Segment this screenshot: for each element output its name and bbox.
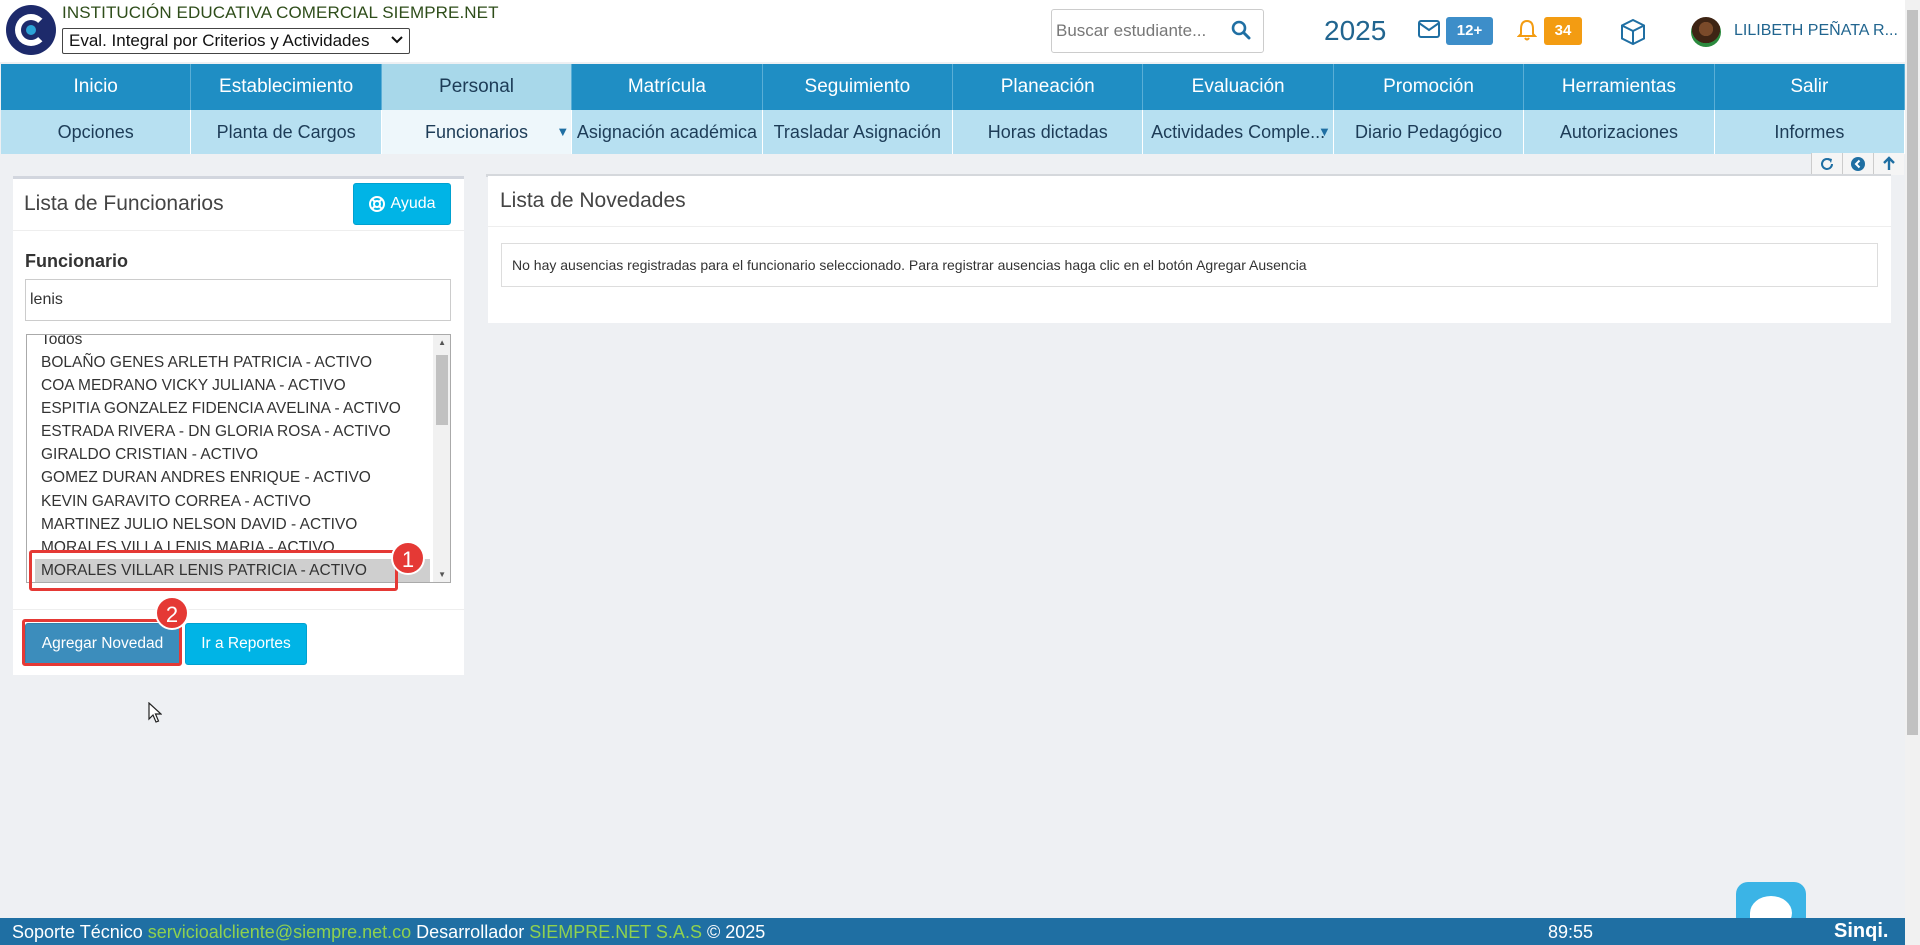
student-search[interactable] <box>1051 9 1264 53</box>
developer-link[interactable]: SIEMPRE.NET S.A.S <box>529 922 702 942</box>
search-icon[interactable] <box>1231 20 1251 40</box>
novedades-panel: Lista de Novedades No hay ausencias regi… <box>488 176 1891 323</box>
list-item[interactable]: BOLAÑO GENES ARLETH PATRICIA - ACTIVO <box>41 351 372 374</box>
nav-inicio[interactable]: Inicio <box>1 64 192 110</box>
list-item[interactable]: ESPITIA GONZALEZ FIDENCIA AVELINA - ACTI… <box>41 397 401 420</box>
nav-evaluacion[interactable]: Evaluación <box>1143 64 1334 110</box>
scrollbar-thumb[interactable] <box>436 355 448 425</box>
list-item[interactable]: KEVIN GARAVITO CORREA - ACTIVO <box>41 490 311 513</box>
evaluation-select[interactable]: Eval. Integral por Criterios y Actividad… <box>62 28 410 54</box>
lifebuoy-icon <box>369 196 386 212</box>
list-item[interactable]: GIRALDO CRISTIAN - ACTIVO <box>41 443 258 466</box>
list-item[interactable]: ESTRADA RIVERA - DN GLORIA ROSA - ACTIVO <box>41 420 391 443</box>
subnav-funcionarios[interactable]: Funcionarios ▼ <box>381 110 573 154</box>
subnav-opciones[interactable]: Opciones <box>1 110 192 154</box>
scrollbar-thumb[interactable] <box>1907 10 1918 735</box>
back-circle-icon[interactable] <box>1842 153 1873 175</box>
user-avatar[interactable] <box>1691 17 1721 47</box>
evaluation-select-value: Eval. Integral por Criterios y Actividad… <box>69 31 370 50</box>
list-item[interactable]: GOMEZ DURAN ANDRES ENRIQUE - ACTIVO <box>41 466 371 489</box>
subnav-diario-pedagogico[interactable]: Diario Pedagógico <box>1333 110 1525 154</box>
subnav-actividades-complementarias[interactable]: Actividades Comple... ▼ <box>1143 110 1334 154</box>
highlight-add-button <box>22 619 182 666</box>
footer: Soporte Técnico servicioalcliente@siempr… <box>0 918 1905 945</box>
subnav-autorizaciones[interactable]: Autorizaciones <box>1524 110 1715 154</box>
nav-seguimiento[interactable]: Seguimiento <box>762 64 954 110</box>
subnav-horas-dictadas[interactable]: Horas dictadas <box>953 110 1144 154</box>
nav-planeacion[interactable]: Planeación <box>953 64 1144 110</box>
funcionarios-panel: Lista de Funcionarios Ayuda Funcionario … <box>13 176 464 675</box>
support-email-link[interactable]: servicioalcliente@siempre.net.co <box>148 922 411 942</box>
caret-down-icon: ▼ <box>556 124 570 139</box>
subnav-planta-de-cargos[interactable]: Planta de Cargos <box>191 110 382 154</box>
subnav-informes[interactable]: Informes <box>1714 110 1906 154</box>
panel-title: Lista de Novedades <box>500 189 686 212</box>
copyright: © 2025 <box>706 922 766 942</box>
highlight-selected-employee <box>29 550 398 591</box>
arrow-up-icon[interactable] <box>1873 153 1904 175</box>
scroll-down-icon[interactable]: ▼ <box>438 570 446 579</box>
bell-icon[interactable] <box>1517 19 1537 41</box>
nav-personal[interactable]: Personal <box>381 64 573 110</box>
session-timer: 89:55 <box>1548 922 1594 942</box>
divider <box>13 230 464 231</box>
envelope-icon[interactable] <box>1418 20 1440 38</box>
sub-navigation: Opciones Planta de Cargos Funcionarios ▼ … <box>1 110 1906 154</box>
mouse-cursor-icon <box>148 702 162 723</box>
page-scrollbar[interactable] <box>1905 0 1920 945</box>
nav-herramientas[interactable]: Herramientas <box>1524 64 1715 110</box>
school-name: INSTITUCIÓN EDUCATIVA COMERCIAL SIEMPRE.… <box>62 3 499 22</box>
empty-state-message: No hay ausencias registradas para el fun… <box>501 243 1878 287</box>
divider <box>13 609 464 610</box>
list-item[interactable]: Todos <box>41 335 82 351</box>
step-1-badge: 1 <box>391 541 425 575</box>
funcionario-filter-input[interactable] <box>25 279 451 321</box>
panel-title: Lista de Funcionarios <box>24 192 224 215</box>
caret-down-icon: ▼ <box>1317 124 1331 139</box>
mail-count-badge[interactable]: 12+ <box>1446 17 1493 45</box>
scroll-up-icon[interactable]: ▲ <box>438 338 446 347</box>
nav-salir[interactable]: Salir <box>1714 64 1906 110</box>
nav-establecimiento[interactable]: Establecimiento <box>191 64 382 110</box>
developer-label: Desarrollador <box>416 922 525 942</box>
funcionarios-listbox[interactable]: Todos BOLAÑO GENES ARLETH PATRICIA - ACT… <box>26 334 451 583</box>
divider <box>488 226 1891 227</box>
student-search-input[interactable] <box>1056 21 1226 41</box>
school-year[interactable]: 2025 <box>1324 15 1386 47</box>
refresh-icon[interactable] <box>1811 153 1842 175</box>
subnav-trasladar-asignacion[interactable]: Trasladar Asignación <box>762 110 954 154</box>
funcionario-label: Funcionario <box>25 251 128 271</box>
page-tools <box>1811 153 1905 175</box>
notifications-count-badge[interactable]: 34 <box>1544 17 1582 45</box>
step-2-badge: 2 <box>155 596 189 630</box>
footer-info: Soporte Técnico servicioalcliente@siempr… <box>12 922 765 943</box>
go-to-reports-button[interactable]: Ir a Reportes <box>185 623 307 665</box>
main-navigation: Inicio Establecimiento Personal Matrícul… <box>1 64 1906 110</box>
cube-icon[interactable] <box>1618 17 1648 47</box>
school-logo <box>6 5 56 55</box>
chevron-down-icon <box>391 32 403 49</box>
support-label: Soporte Técnico <box>12 922 143 942</box>
brand-logo: Sinqi. <box>1834 920 1889 942</box>
list-item[interactable]: MARTINEZ JULIO NELSON DAVID - ACTIVO <box>41 513 357 536</box>
listbox-scrollbar[interactable]: ▲ ▼ <box>433 335 450 582</box>
user-name[interactable]: LILIBETH PEÑATA R... <box>1734 22 1898 40</box>
nav-promocion[interactable]: Promoción <box>1333 64 1525 110</box>
nav-matricula[interactable]: Matrícula <box>572 64 763 110</box>
help-button[interactable]: Ayuda <box>353 183 451 225</box>
top-header: INSTITUCIÓN EDUCATIVA COMERCIAL SIEMPRE.… <box>0 0 1905 62</box>
list-item[interactable]: COA MEDRANO VICKY JULIANA - ACTIVO <box>41 374 346 397</box>
subnav-asignacion-academica[interactable]: Asignación académica <box>572 110 763 154</box>
